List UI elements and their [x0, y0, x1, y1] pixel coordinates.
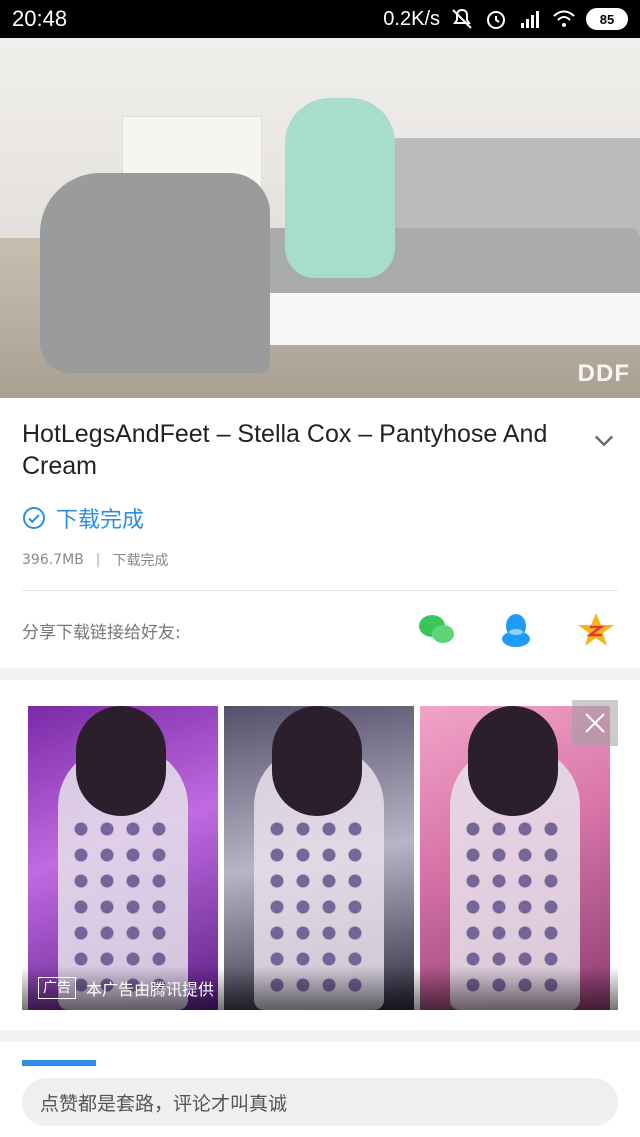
ad-badge: 广告: [38, 977, 76, 999]
ad-photo[interactable]: [28, 706, 218, 1010]
chevron-down-icon[interactable]: [590, 426, 618, 454]
file-size: 396.7MB: [22, 552, 84, 568]
share-row: 分享下载链接给好友:: [22, 600, 618, 660]
status-right: 0.2K/s 85: [383, 7, 628, 31]
divider: [22, 590, 618, 591]
ad-image-strip[interactable]: [22, 706, 618, 1010]
network-speed: 0.2K/s: [383, 7, 440, 30]
wechat-icon[interactable]: [416, 610, 456, 650]
alarm-icon: [487, 11, 505, 29]
mute-icon: [452, 8, 472, 29]
check-circle-icon: [23, 507, 45, 529]
hero-watermark-logo: DDF: [577, 360, 630, 387]
video-thumbnail[interactable]: DDF: [0, 38, 640, 398]
scene-sofa-base: [268, 293, 640, 345]
file-meta: 396.7MB | 下载完成: [22, 550, 168, 570]
section-separator: [0, 1030, 640, 1042]
scene-person-seated: [285, 98, 395, 278]
meta-separator: |: [95, 552, 101, 568]
video-title: HotLegsAndFeet – Stella Cox – Pantyhose …: [22, 420, 548, 480]
download-status-label: 下载完成: [56, 508, 145, 533]
status-time: 20:48: [12, 6, 68, 31]
ad-caption-bar: 广告 本广告由腾讯提供: [22, 966, 618, 1010]
ad-photo[interactable]: [224, 706, 414, 1010]
wifi-icon: [553, 10, 575, 27]
file-status: 下载完成: [112, 553, 169, 569]
ad-person-hair: [272, 706, 362, 816]
qq-icon[interactable]: [496, 610, 536, 650]
download-status: 下载完成: [22, 502, 144, 534]
share-icons: [416, 610, 618, 650]
signal-icon: [521, 11, 539, 28]
close-icon: [585, 713, 605, 733]
ad-caption-text: 本广告由腾讯提供: [86, 980, 215, 999]
ad-person-hair: [468, 706, 558, 816]
battery-indicator: 85: [586, 8, 628, 30]
section-separator: [0, 668, 640, 680]
title-block: HotLegsAndFeet – Stella Cox – Pantyhose …: [22, 418, 618, 482]
comment-input[interactable]: 点赞都是套路，评论才叫真诚: [22, 1078, 618, 1126]
status-bar: 20:48 0.2K/s 85: [0, 0, 640, 38]
qzone-icon[interactable]: [576, 610, 616, 650]
comment-placeholder: 点赞都是套路，评论才叫真诚: [40, 1092, 288, 1115]
ad-photo[interactable]: [420, 706, 610, 1010]
comment-tab-indicator: [22, 1060, 96, 1066]
scene-person-kneeling: [40, 173, 270, 373]
ad-close-button[interactable]: [572, 700, 618, 746]
ad-section: 广告 本广告由腾讯提供: [0, 680, 640, 1030]
ad-person-hair: [76, 706, 166, 816]
share-label: 分享下载链接给好友:: [22, 622, 181, 643]
